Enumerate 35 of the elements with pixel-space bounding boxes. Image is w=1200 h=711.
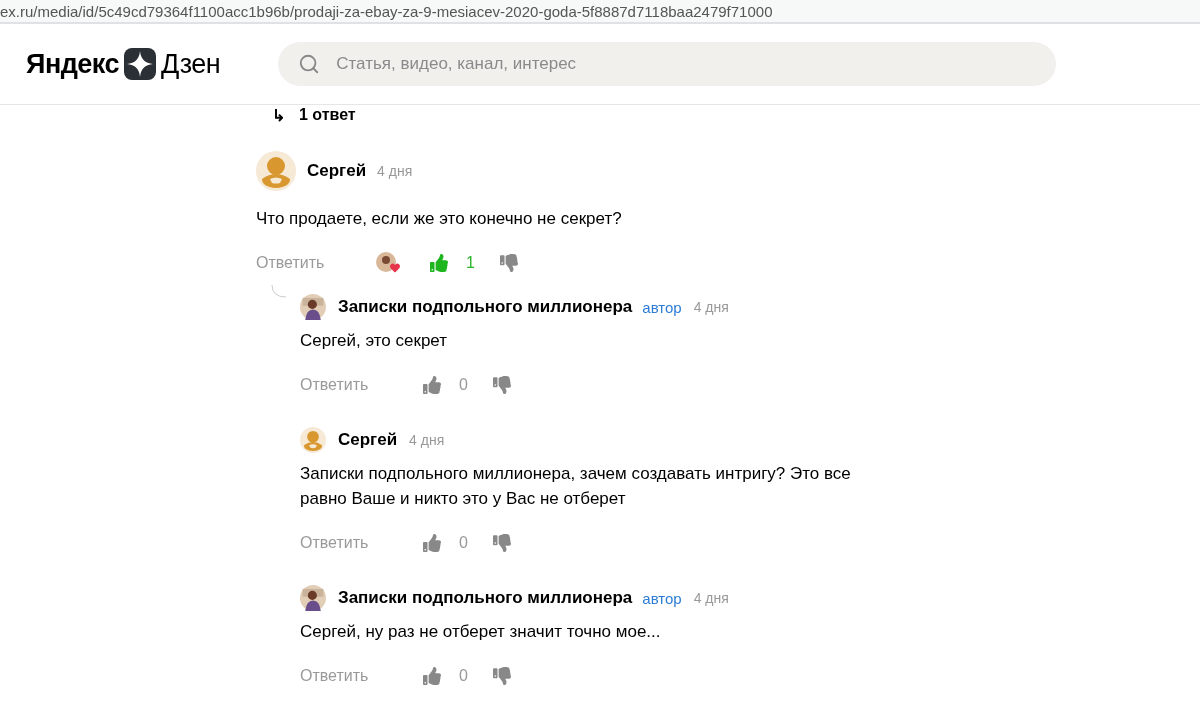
search-icon[interactable] [298, 53, 321, 75]
comment-time: 4 дня [693, 590, 729, 606]
author-name[interactable]: Сергей [307, 161, 367, 181]
like-icon[interactable] [423, 667, 441, 685]
comment-time: 4 дня [409, 432, 445, 448]
reactions-avatar[interactable] [376, 252, 400, 274]
comment-text: Что продаете, если же это конечно не секрет? [256, 208, 623, 230]
replies-toggle[interactable]: ↳ 1 ответ [272, 105, 1200, 125]
like-icon[interactable] [430, 254, 448, 272]
dislike-icon[interactable] [493, 534, 511, 552]
dislike-icon[interactable] [493, 667, 511, 685]
comment-text: Записки подпольного миллионера, зачем создавать интригу? Это все равно Ваше и никто это у Вас не отберет [300, 463, 852, 510]
reply-arrow-icon: ↳ [272, 105, 285, 125]
comment-text: Сергей, ну раз не отберет значит точно мое... [300, 621, 662, 643]
like-icon[interactable] [423, 376, 441, 394]
author-label: автор [642, 589, 682, 607]
author-name[interactable]: Записки подпольного миллионера [338, 588, 633, 608]
dislike-icon[interactable] [493, 376, 511, 394]
thread-line [271, 285, 287, 299]
like-count: 0 [459, 534, 469, 552]
logo[interactable]: Яндекс Дзен [26, 48, 221, 80]
like-count: 0 [459, 376, 469, 394]
author-label: автор [642, 298, 682, 316]
comment-time: 4 дня [693, 299, 729, 315]
author-name[interactable]: Записки подпольного миллионера [338, 297, 633, 317]
star-logo-icon [124, 48, 157, 80]
like-count: 0 [459, 667, 469, 685]
comment-time: 4 дня [377, 163, 413, 179]
search-bar[interactable]: Статья, видео, канал, интерес [278, 42, 1057, 86]
author-name[interactable]: Сергей [338, 430, 398, 450]
search-field[interactable]: Статья, видео, канал, интерес [334, 53, 1037, 75]
dislike-icon[interactable] [500, 254, 518, 272]
comment-text: Сергей, это секрет [300, 330, 448, 352]
like-count: 1 [466, 254, 476, 272]
like-icon[interactable] [423, 534, 441, 552]
